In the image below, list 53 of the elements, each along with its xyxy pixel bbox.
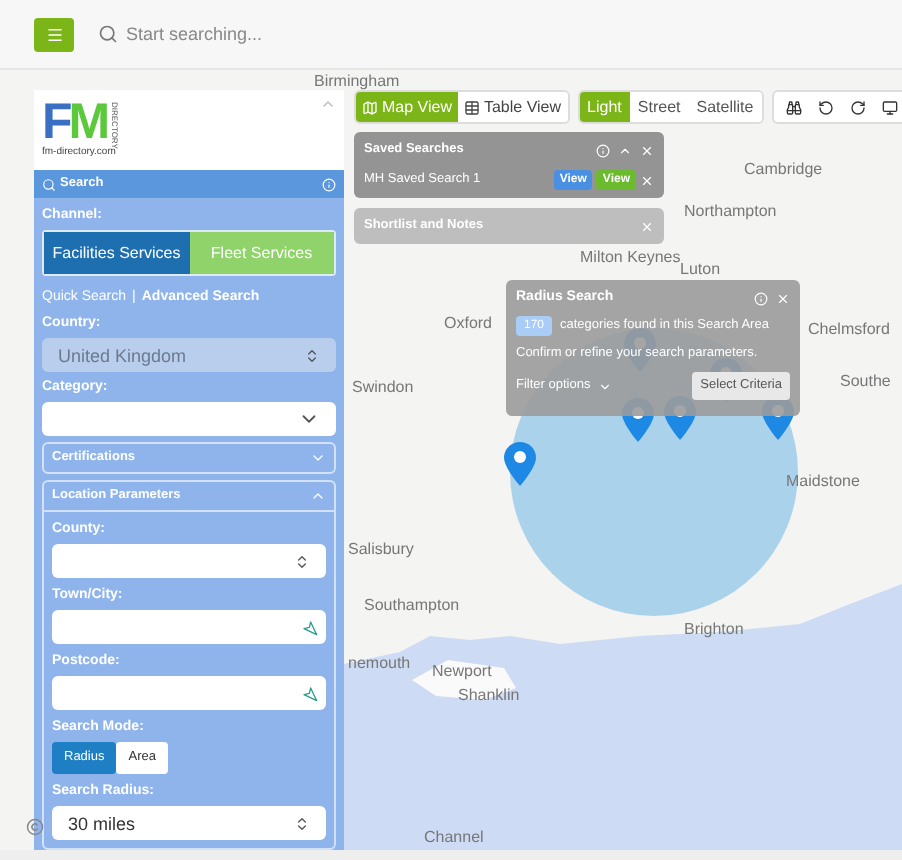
view-tab[interactable]: Map View	[356, 92, 458, 122]
collapse-icon[interactable]	[320, 96, 336, 112]
info-icon[interactable]	[596, 143, 610, 157]
city-label: Southampton	[364, 596, 460, 614]
island-drawing	[412, 656, 516, 700]
map-pin-icon[interactable]	[504, 442, 536, 486]
city-label: Channel	[424, 828, 484, 846]
city-label: Milton Keynes	[580, 248, 681, 266]
city-label: Brighton	[684, 620, 744, 638]
collapse-icon[interactable]	[618, 143, 632, 157]
close-icon[interactable]	[640, 219, 654, 233]
radius-select[interactable]: 30 miles	[52, 806, 326, 840]
sort-arrows-icon	[294, 553, 310, 569]
chevron-down-icon	[310, 450, 326, 466]
city-label: Luton	[680, 260, 721, 278]
search-icon	[42, 177, 56, 192]
monitor-icon[interactable]	[881, 99, 898, 115]
info-icon[interactable]	[754, 291, 768, 305]
sort-arrows-icon	[294, 815, 310, 831]
delete-icon[interactable]	[640, 173, 654, 187]
chevron-up-icon	[310, 488, 326, 504]
city-label: Oxford	[444, 314, 493, 332]
binoculars-icon[interactable]	[785, 99, 802, 115]
map-icon	[362, 99, 378, 115]
locate-icon	[302, 619, 318, 635]
menu-button[interactable]	[34, 17, 74, 51]
city-label: Swindon	[352, 378, 414, 396]
city-label: Newport	[432, 662, 492, 680]
search-icon	[98, 24, 118, 44]
channel-tab[interactable]: Fleet Services	[189, 232, 334, 274]
locate-icon	[302, 685, 318, 701]
city-label: Northampton	[684, 202, 777, 220]
copyright-icon[interactable]	[26, 818, 44, 836]
city-label: Southe	[840, 372, 891, 390]
city-label: nemouth	[348, 654, 411, 672]
redo-icon[interactable]	[849, 99, 866, 115]
chevron-down-icon	[598, 379, 613, 393]
town-input[interactable]	[52, 610, 326, 644]
table-icon	[463, 99, 480, 115]
city-label: Birmingham	[314, 72, 400, 90]
channel-tab[interactable]: Facilities Services	[44, 232, 189, 274]
sort-arrows-icon	[304, 347, 320, 363]
postcode-input[interactable]	[52, 676, 326, 710]
close-icon[interactable]	[776, 291, 790, 305]
menu-icon	[45, 25, 63, 43]
city-label: Shanklin	[458, 686, 520, 704]
city-label: Salisbury	[348, 540, 414, 558]
undo-icon[interactable]	[817, 99, 834, 115]
map-style-tab[interactable]: Light	[579, 92, 630, 122]
close-icon[interactable]	[640, 143, 654, 157]
info-icon[interactable]	[322, 177, 336, 192]
city-label: Chelmsford	[808, 320, 890, 338]
city-label: Cambridge	[744, 160, 823, 178]
